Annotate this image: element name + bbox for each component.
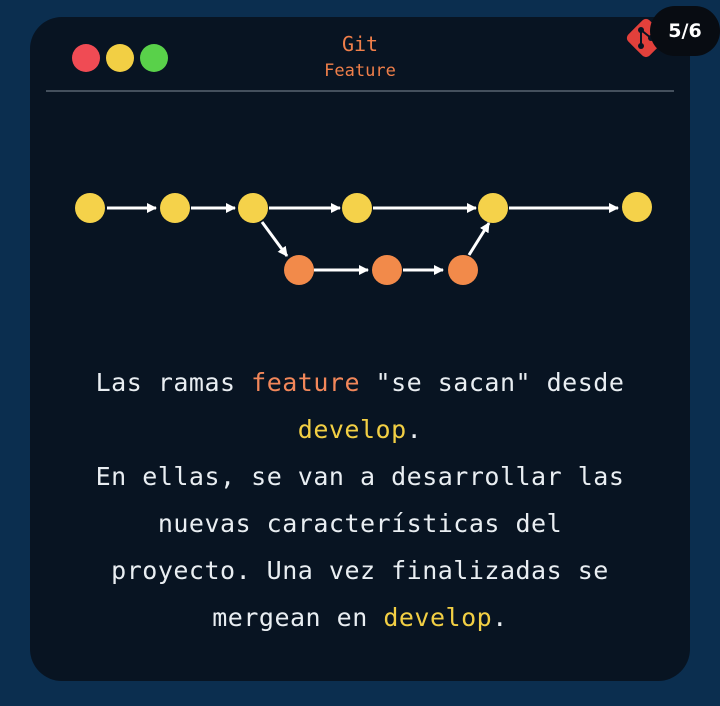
develop-commit — [75, 193, 105, 223]
develop-commit — [478, 193, 508, 223]
description-line: Las ramas feature "se sacan" desde — [95, 368, 625, 397]
feature-commit — [448, 255, 478, 285]
develop-commit — [622, 192, 652, 222]
page-indicator-badge: 5/6 — [650, 6, 720, 56]
slide-card: Git Feature Las ramas feature "se sacan"… — [30, 17, 690, 681]
feature-commit — [284, 255, 314, 285]
feature-commit — [372, 255, 402, 285]
merge-arrow — [467, 222, 491, 256]
develop-commit — [342, 193, 372, 223]
description-line: mergean en develop. — [212, 603, 508, 632]
branch-out-arrow — [260, 221, 289, 257]
description-line: develop. — [297, 415, 423, 444]
description: Las ramas feature "se sacan" desde devel… — [40, 359, 680, 641]
git-flow-diagram — [75, 192, 652, 285]
highlight-feature: feature — [251, 368, 360, 397]
develop-commit — [238, 193, 268, 223]
highlight-develop: develop — [383, 603, 493, 632]
description-line: En ellas, se van a desarrollar las — [95, 462, 625, 491]
page-badge-area: 5/6 — [624, 4, 720, 58]
description-line: proyecto. Una vez finalizadas se — [111, 556, 609, 585]
description-line: nuevas características del — [157, 509, 563, 538]
feature-branch — [284, 255, 478, 285]
develop-commit — [160, 193, 190, 223]
highlight-develop: develop — [297, 415, 407, 444]
